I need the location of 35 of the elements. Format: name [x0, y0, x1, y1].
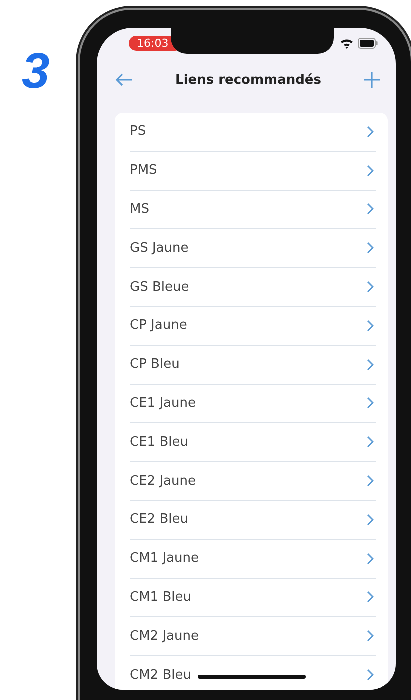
chevron-right-icon	[367, 281, 374, 294]
chevron-right-icon	[367, 552, 374, 565]
link-row[interactable]: CE2 Bleu	[130, 500, 376, 540]
chevron-right-icon	[367, 320, 374, 332]
chevron-right-icon	[367, 591, 374, 604]
link-row[interactable]: CM1 Bleu	[130, 578, 376, 618]
link-row[interactable]: CE1 Jaune	[130, 384, 376, 424]
back-button[interactable]	[113, 71, 135, 89]
step-number: 3	[22, 46, 50, 96]
page-title: Liens recommandés	[176, 72, 322, 88]
chevron-right-icon	[367, 203, 374, 216]
link-row[interactable]: MS	[130, 190, 376, 230]
chevron-right-icon	[367, 669, 374, 682]
chevron-right-icon	[367, 514, 374, 526]
chevron-right-icon	[367, 242, 374, 254]
link-row[interactable]: CP Jaune	[130, 306, 376, 346]
chevron-right-icon	[367, 436, 374, 448]
chevron-right-icon	[367, 164, 374, 177]
link-row[interactable]: PS	[130, 113, 376, 152]
chevron-right-icon	[367, 358, 374, 371]
link-row[interactable]: CM2 Jaune	[130, 617, 376, 656]
link-row[interactable]: CM1 Jaune	[130, 540, 376, 579]
link-row[interactable]: GS Jaune	[130, 229, 376, 268]
chevron-right-icon	[367, 397, 374, 410]
link-row[interactable]: CP Bleu	[130, 346, 376, 385]
link-row[interactable]: CE1 Bleu	[130, 423, 376, 462]
link-row[interactable]: GS Bleue	[130, 268, 376, 307]
link-row[interactable]: PMS	[130, 152, 376, 191]
battery-icon	[358, 38, 378, 48]
wifi-icon	[340, 38, 354, 48]
chevron-right-icon	[367, 126, 374, 138]
chevron-right-icon	[367, 630, 374, 642]
chevron-right-icon	[367, 475, 374, 488]
link-row[interactable]: CE2 Jaune	[130, 462, 376, 501]
add-button[interactable]	[362, 70, 382, 90]
